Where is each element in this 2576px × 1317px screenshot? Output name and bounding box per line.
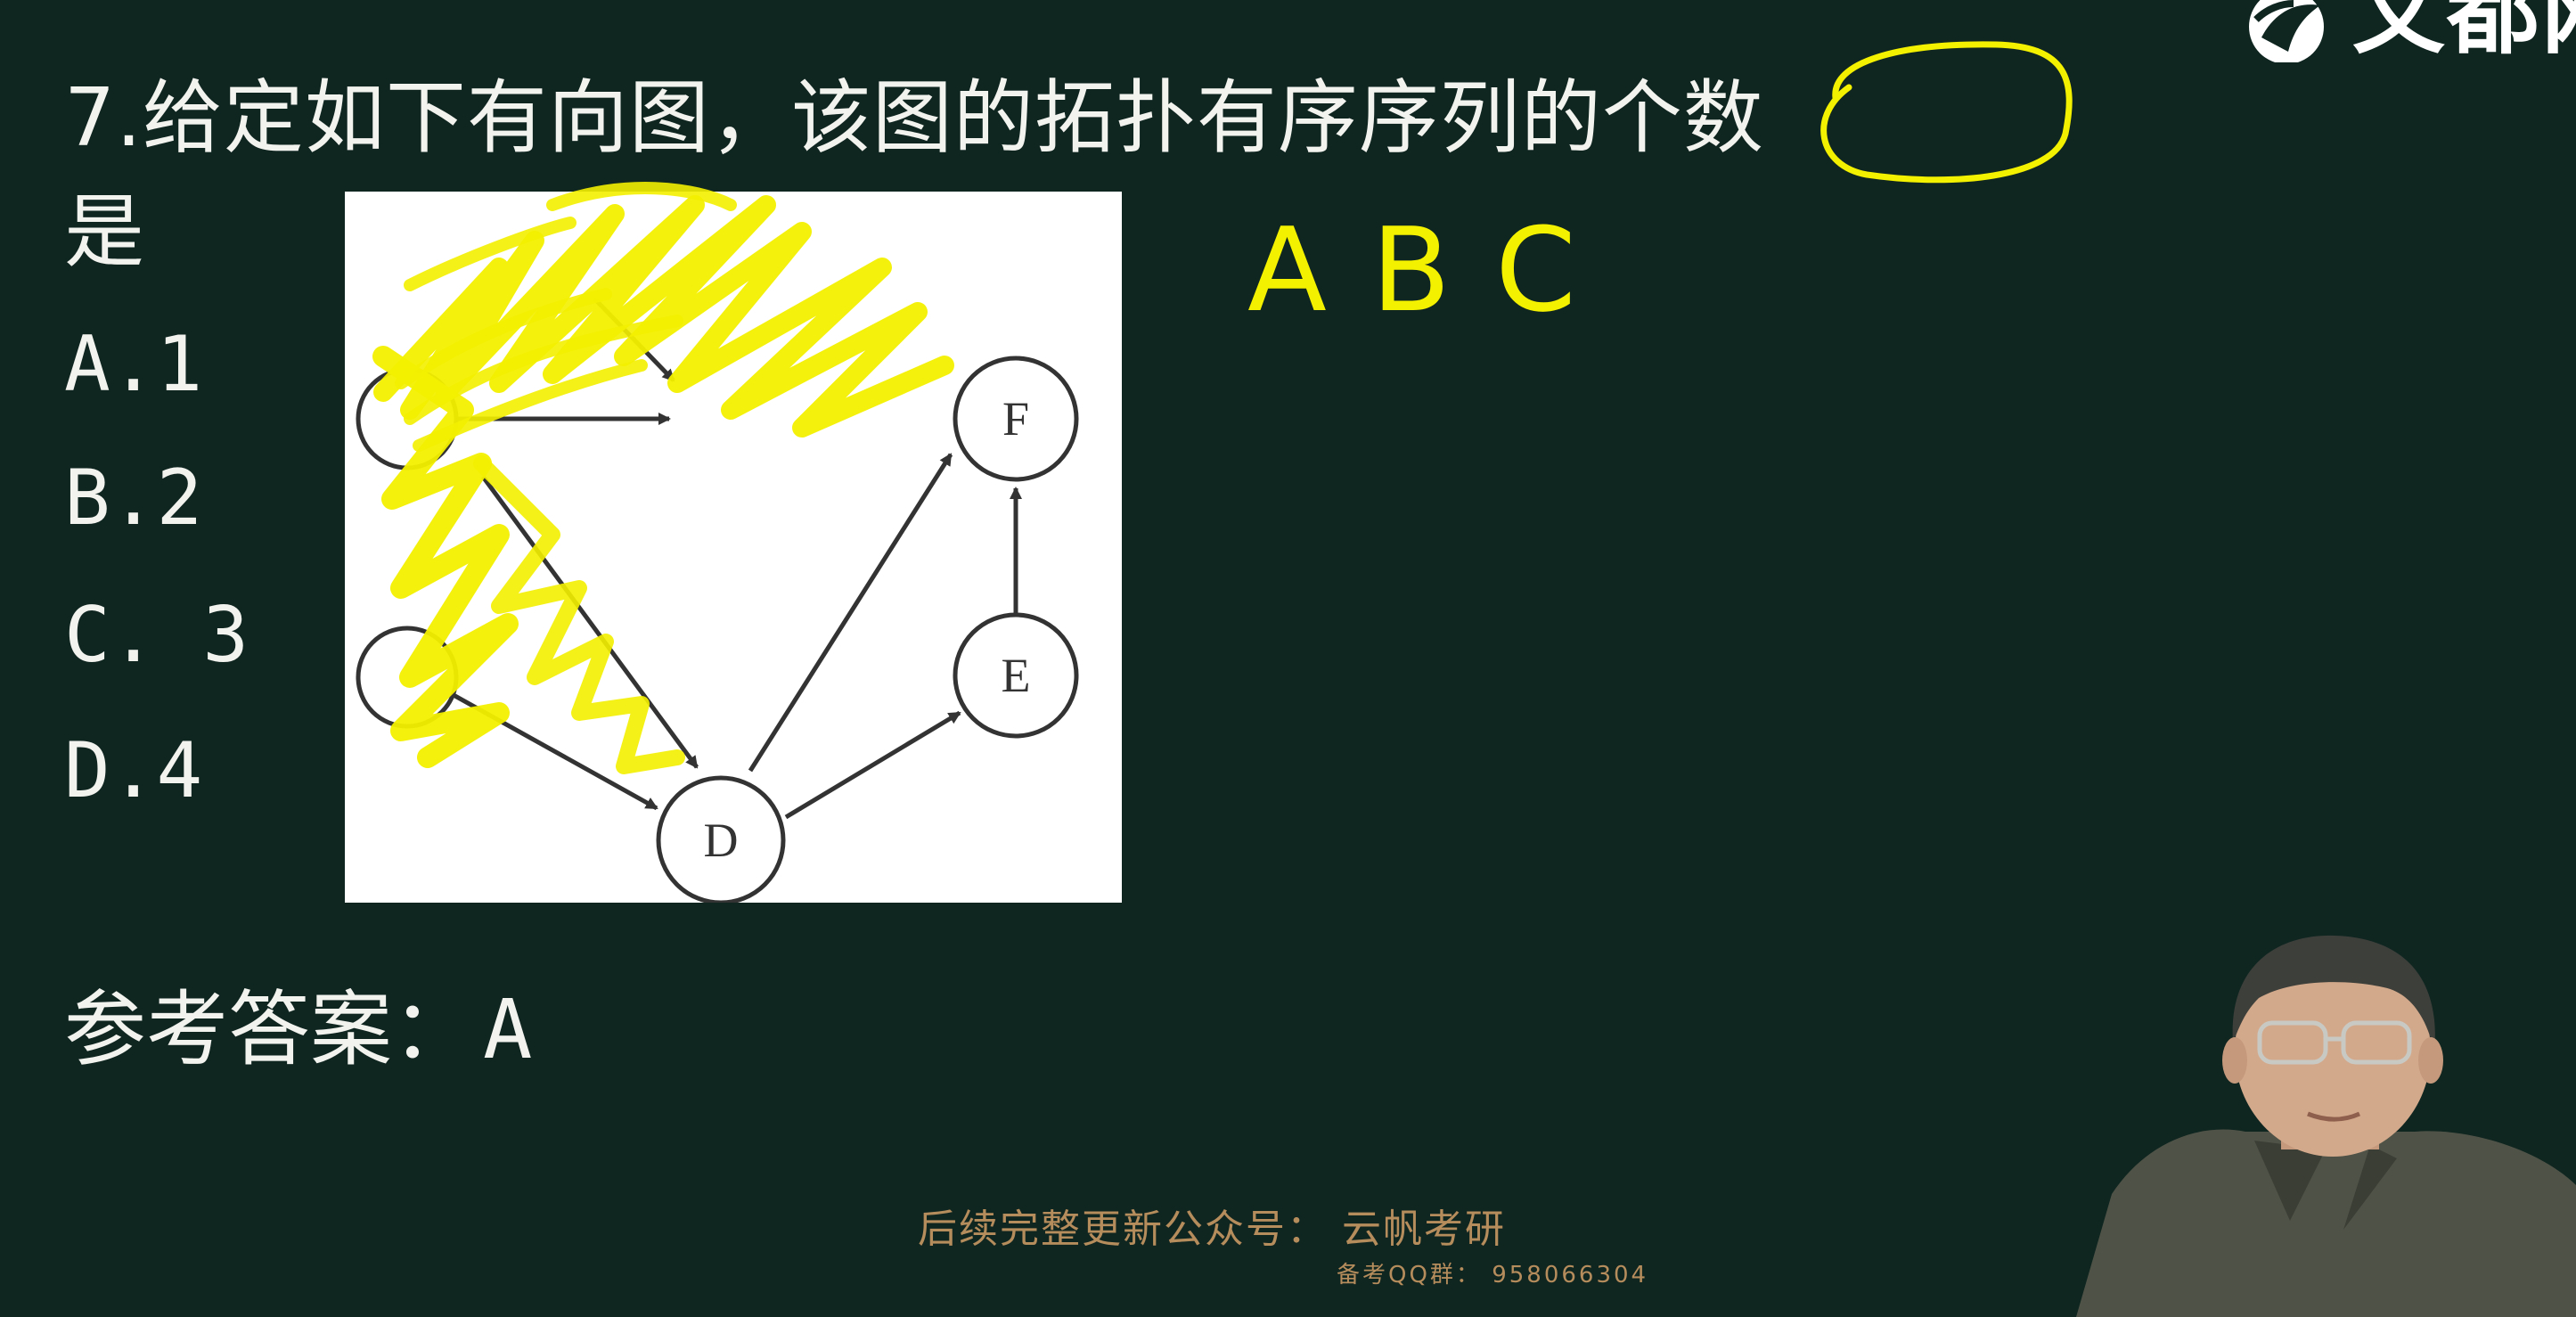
- option-c: C. 3: [64, 591, 249, 680]
- reference-answer: 参考答案： A: [64, 989, 532, 1071]
- presenter-shirt: [2076, 1129, 2576, 1317]
- option-b: B.2: [64, 454, 203, 543]
- node-e: E: [953, 612, 1079, 739]
- edge-b-d: [480, 475, 699, 769]
- handwritten-letter-c: C: [1495, 202, 1580, 338]
- edge-d-f: [748, 453, 953, 773]
- brand-logo: 文都网: [2235, 0, 2576, 62]
- handwritten-letter-a: A: [1247, 202, 1330, 338]
- presenter-video: [2076, 935, 2576, 1317]
- question-line-1: 7.给定如下有向图，该图的拓扑有序序列的个数: [64, 71, 1764, 165]
- graph-svg: F E D: [356, 297, 1079, 903]
- handwritten-sequence: ABC: [1247, 212, 1621, 328]
- node-d-label: D: [704, 814, 739, 867]
- logo-text: 文都网: [2352, 0, 2576, 62]
- directed-graph-figure: F E D: [345, 192, 1122, 903]
- handwritten-letter-b: B: [1370, 202, 1455, 338]
- footer-notice: 后续完整更新公众号： 云帆考研: [918, 1207, 1506, 1252]
- edge-d-e: [784, 710, 961, 820]
- lecture-slide: 7.给定如下有向图，该图的拓扑有序序列的个数 是 A.1 B.2 C. 3 D.…: [0, 0, 2576, 1317]
- node-f-label: F: [1002, 392, 1029, 446]
- answer-value: A: [483, 982, 533, 1077]
- option-a: A.1: [64, 320, 203, 409]
- node-e-label: E: [1002, 649, 1031, 702]
- question-line-2: 是: [64, 185, 145, 279]
- node-left-bottom: [356, 626, 459, 729]
- node-left-top: [356, 367, 459, 470]
- logo-mark-icon: [2249, 0, 2324, 62]
- answer-label: 参考答案：: [64, 982, 475, 1077]
- edge-top-f: [593, 297, 675, 382]
- node-f: F: [953, 356, 1079, 482]
- edge-c-d: [428, 679, 658, 811]
- option-d: D.4: [64, 726, 203, 815]
- highlight-circle: [1820, 41, 2073, 184]
- footer-qq-group: 备考QQ群： 958066304: [1337, 1262, 1649, 1288]
- node-d: D: [656, 775, 786, 903]
